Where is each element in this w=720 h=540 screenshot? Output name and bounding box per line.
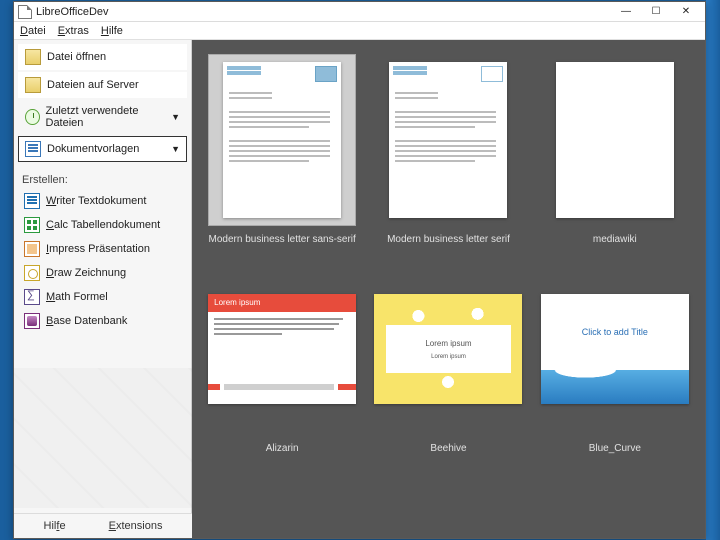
create-item-label: Math Formel (46, 291, 108, 303)
recent-files-button[interactable]: Zuletzt verwendete Dateien ▼ (18, 100, 187, 134)
create-writer-button[interactable]: Writer Textdokument (18, 190, 187, 212)
create-item-label: Impress Präsentation (46, 243, 150, 255)
maximize-button[interactable]: ☐ (641, 3, 671, 21)
create-item-label: Base Datenbank (46, 315, 127, 327)
template-thumbnail: Lorem ipsum (208, 263, 356, 435)
create-calc-button[interactable]: Calc Tabellendokument (18, 214, 187, 236)
extensions-link[interactable]: Extensions (109, 520, 163, 532)
template-label: Modern business letter sans-serif (209, 234, 356, 245)
folder-icon (25, 49, 41, 65)
template-item[interactable]: Modern business letter sans-serif (206, 54, 358, 245)
template-thumbnail (541, 54, 689, 226)
bluecurve-title: Click to add Title (541, 294, 689, 370)
create-section-label: Erstellen: (14, 166, 191, 190)
template-label: mediawiki (593, 234, 637, 245)
draw-icon (24, 265, 40, 281)
template-label: Beehive (430, 443, 466, 454)
beehive-preview: Lorem ipsum Lorem ipsum (374, 294, 522, 404)
template-gallery: Modern business letter sans-serif (192, 40, 705, 538)
letter-preview (389, 62, 507, 218)
create-impress-button[interactable]: Impress Präsentation (18, 238, 187, 260)
calc-icon (24, 217, 40, 233)
template-item[interactable]: Modern business letter serif (372, 54, 524, 245)
menu-file[interactable]: Datei (20, 25, 46, 37)
template-label: Modern business letter serif (387, 234, 510, 245)
template-label: Alizarin (266, 443, 299, 454)
window-title: LibreOfficeDev (36, 6, 611, 18)
beehive-sub: Lorem ipsum (431, 354, 466, 360)
clock-icon (25, 109, 40, 125)
files-on-server-label: Dateien auf Server (47, 79, 139, 91)
folder-icon (25, 77, 41, 93)
math-icon (24, 289, 40, 305)
menu-extras[interactable]: Extras (58, 25, 89, 37)
app-icon (18, 5, 32, 19)
letter-preview (223, 62, 341, 218)
writer-icon (24, 193, 40, 209)
recent-files-label: Zuletzt verwendete Dateien (46, 105, 166, 129)
minimize-button[interactable]: — (611, 3, 641, 21)
template-item[interactable]: Lorem ipsum Lorem ipsum Beehive (372, 263, 524, 454)
files-on-server-button[interactable]: Dateien auf Server (18, 72, 187, 98)
menubar: Datei Extras Hilfe (14, 22, 705, 40)
close-button[interactable]: ✕ (671, 3, 701, 21)
chevron-down-icon: ▼ (171, 112, 180, 122)
blank-preview (556, 62, 674, 218)
template-label: Blue_Curve (589, 443, 641, 454)
create-item-label: Draw Zeichnung (46, 267, 126, 279)
desktop-background (706, 0, 720, 540)
alizarin-title: Lorem ipsum (208, 294, 356, 312)
titlebar: LibreOfficeDev — ☐ ✕ (14, 2, 705, 22)
help-link[interactable]: Hilfe (44, 520, 66, 532)
alizarin-preview: Lorem ipsum (208, 294, 356, 404)
templates-button[interactable]: Dokumentvorlagen ▼ (18, 136, 187, 162)
open-file-button[interactable]: Datei öffnen (18, 44, 187, 70)
template-item[interactable]: mediawiki (539, 54, 691, 245)
impress-icon (24, 241, 40, 257)
template-item[interactable]: Click to add Title Blue_Curve (539, 263, 691, 454)
beehive-title: Lorem ipsum (425, 339, 471, 348)
window-controls: — ☐ ✕ (611, 3, 701, 21)
create-draw-button[interactable]: Draw Zeichnung (18, 262, 187, 284)
sidebar: Datei öffnen Dateien auf Server Zuletzt … (14, 40, 192, 538)
bluecurve-preview: Click to add Title (541, 294, 689, 404)
template-thumbnail: Click to add Title (541, 263, 689, 435)
app-window: LibreOfficeDev — ☐ ✕ Datei Extras Hilfe … (13, 1, 706, 539)
create-base-button[interactable]: Base Datenbank (18, 310, 187, 332)
base-icon (24, 313, 40, 329)
create-item-label: Writer Textdokument (46, 195, 146, 207)
template-thumbnail (374, 54, 522, 226)
create-item-label: Calc Tabellendokument (46, 219, 160, 231)
template-icon (25, 141, 41, 157)
open-file-label: Datei öffnen (47, 51, 106, 63)
template-item[interactable]: Lorem ipsum Alizarin (206, 263, 358, 454)
chevron-down-icon: ▼ (171, 144, 180, 154)
template-thumbnail: Lorem ipsum Lorem ipsum (374, 263, 522, 435)
create-math-button[interactable]: Math Formel (18, 286, 187, 308)
template-thumbnail-selected (208, 54, 356, 226)
sidebar-footer: Hilfe Extensions (14, 513, 192, 538)
templates-label: Dokumentvorlagen (47, 143, 139, 155)
menu-help[interactable]: Hilfe (101, 25, 123, 37)
